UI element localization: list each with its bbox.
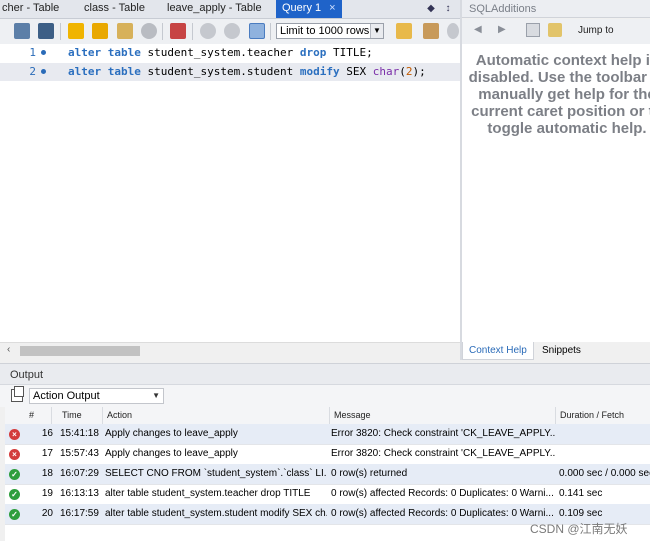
statement-marker-icon [41, 69, 46, 74]
output-type-select[interactable]: Action Output ▼ [29, 388, 164, 404]
tab-list-icon[interactable]: ◆ [424, 1, 438, 16]
column-header-time[interactable]: Time [52, 407, 103, 424]
forward-icon[interactable]: ▶ [498, 24, 506, 35]
success-check-icon: ✓ [9, 489, 20, 500]
toolbar-divider [192, 23, 193, 40]
jump-to-label[interactable]: Jump to [578, 25, 614, 36]
editor-horizontal-scrollbar[interactable]: ‹ [0, 342, 460, 360]
tab-teacher-table[interactable]: cher - Table [2, 0, 59, 18]
scroll-left-icon[interactable]: ‹ [7, 344, 10, 355]
column-header-duration[interactable]: Duration / Fetch [556, 407, 650, 424]
tab-context-help[interactable]: Context Help [462, 342, 534, 360]
output-title: Output [10, 369, 44, 381]
limit-rows-select[interactable]: Limit to 1000 rows ▼ [276, 23, 384, 39]
table-row[interactable]: × 17 15:57:43 Apply changes to leave_app… [5, 444, 650, 465]
back-icon[interactable]: ◀ [474, 24, 482, 35]
explain-icon[interactable] [117, 23, 133, 39]
sql-additions-header: SQLAdditions [462, 0, 650, 18]
code-text: alter table student_system.teacher drop … [68, 46, 373, 59]
statement-marker-icon [41, 50, 46, 55]
editor-line[interactable]: 1 alter table student_system.teacher dro… [0, 44, 460, 62]
side-panel-tabs: Context Help Snippets [462, 342, 650, 360]
stop-icon[interactable] [141, 23, 157, 39]
sql-additions-title: SQLAdditions [469, 3, 537, 15]
scrollbar-thumb[interactable] [20, 346, 140, 356]
column-header-number[interactable]: # [5, 407, 52, 424]
column-header-action[interactable]: Action [103, 407, 330, 424]
find-icon[interactable] [447, 23, 459, 39]
beautify-icon[interactable] [423, 23, 439, 39]
favorite-icon[interactable] [396, 23, 412, 39]
grid-header: # Time Action Message Duration / Fetch [5, 407, 650, 425]
error-icon: × [9, 449, 20, 460]
code-text: alter table student_system.student modif… [68, 65, 426, 78]
close-tab-icon[interactable]: × [329, 2, 335, 14]
line-number: 1 [29, 46, 36, 59]
open-file-icon[interactable] [14, 23, 30, 39]
query-toolbar: Limit to 1000 rows ▼ [0, 19, 460, 45]
tab-snippets[interactable]: Snippets [536, 342, 587, 359]
toggle-error-icon[interactable] [170, 23, 186, 39]
table-row[interactable]: ✓ 19 16:13:13 alter table student_system… [5, 484, 650, 505]
context-help-panel: Automatic context help is disabled. Use … [462, 44, 650, 342]
autocommit-icon[interactable] [249, 23, 265, 39]
table-row[interactable]: × 16 15:41:18 Apply changes to leave_app… [5, 424, 650, 445]
editor-tab-bar: cher - Table class - Table leave_apply -… [0, 0, 460, 19]
chevron-down-icon: ▼ [370, 24, 383, 38]
execute-current-icon[interactable] [92, 23, 108, 39]
line-number: 2 [29, 65, 36, 78]
output-panel-header: Output [0, 363, 650, 385]
save-icon[interactable] [38, 23, 54, 39]
tab-class-table[interactable]: class - Table [84, 0, 145, 18]
rollback-icon[interactable] [224, 23, 240, 39]
tab-leave-apply-table[interactable]: leave_apply - Table [167, 0, 262, 18]
tab-query-1[interactable]: Query 1 × [276, 0, 342, 18]
tab-scroll-icon[interactable]: ↕ [441, 1, 455, 16]
toolbar-divider [162, 23, 163, 40]
editor-line-current[interactable]: 2 alter table student_system.student mod… [0, 63, 460, 81]
chevron-down-icon: ▼ [152, 391, 160, 400]
success-check-icon: ✓ [9, 509, 20, 520]
sql-additions-toolbar: ◀ ▶ Jump to [462, 19, 650, 45]
context-help-message: Automatic context help is disabled. Use … [468, 52, 650, 137]
manual-help-icon[interactable] [526, 23, 540, 37]
sql-editor[interactable]: 1 alter table student_system.teacher dro… [0, 44, 460, 342]
error-icon: × [9, 429, 20, 440]
auto-help-icon[interactable] [548, 23, 562, 37]
output-toolbar: Action Output ▼ [0, 385, 650, 407]
success-check-icon: ✓ [9, 469, 20, 480]
toolbar-divider [270, 23, 271, 40]
commit-icon[interactable] [200, 23, 216, 39]
copy-icon[interactable] [11, 386, 24, 402]
column-header-message[interactable]: Message [330, 407, 556, 424]
toolbar-divider [60, 23, 61, 40]
table-row[interactable]: ✓ 18 16:07:29 SELECT CNO FROM `student_s… [5, 464, 650, 485]
watermark: CSDN @江南无妖 [530, 522, 628, 536]
execute-icon[interactable] [68, 23, 84, 39]
